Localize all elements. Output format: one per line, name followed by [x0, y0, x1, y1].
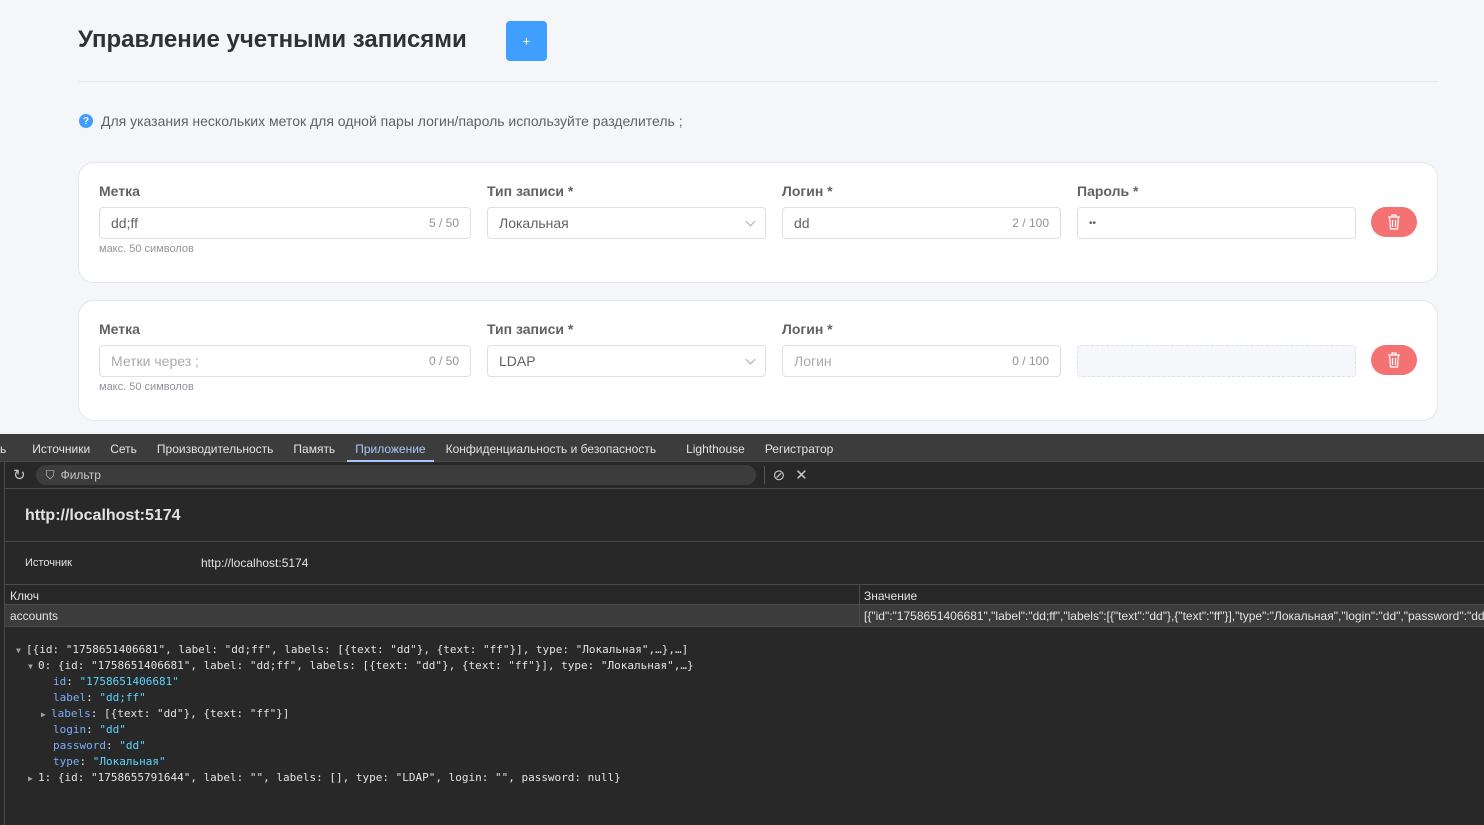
filter-input[interactable]: ⛉ Фильтр — [35, 465, 756, 485]
tag-value: dd;ff — [111, 215, 138, 231]
tab-console[interactable]: ь — [0, 434, 22, 462]
devtools-panel: ь Источники Сеть Производительность Памя… — [0, 434, 1484, 825]
devtools-tabs: ь Источники Сеть Производительность Памя… — [0, 434, 1484, 462]
row-value: [{"id":"1758651406681","label":"dd;ff","… — [864, 609, 1484, 623]
add-account-button[interactable]: + — [506, 21, 547, 61]
type-select[interactable]: Локальная — [487, 207, 766, 239]
expand-arrow-icon: ▶ — [28, 774, 33, 783]
tree-prop-id: id: "1758651406681" — [53, 675, 179, 688]
tree-prop-label: label: "dd;ff" — [53, 691, 146, 704]
type-select[interactable]: LDAP — [487, 345, 766, 377]
question-icon: ? — [79, 114, 93, 128]
clear-all-icon[interactable]: ⊘ — [773, 466, 786, 484]
chevron-down-icon — [745, 216, 756, 226]
tab-network[interactable]: Сеть — [100, 434, 147, 462]
info-text: Для указания нескольких меток для одной … — [101, 113, 683, 129]
table-header: Ключ Значение — [5, 584, 1484, 605]
tree-prop-password: password: "dd" — [53, 739, 146, 752]
char-counter: 2 / 100 — [1012, 216, 1049, 230]
filter-icon: ⛉ — [45, 467, 55, 482]
expand-arrow-icon: ▼ — [28, 662, 33, 671]
login-value: dd — [794, 215, 810, 231]
tab-lighthouse[interactable]: Lighthouse — [676, 434, 755, 462]
password-placeholder-disabled — [1077, 345, 1356, 377]
filter-placeholder: Фильтр — [60, 468, 101, 482]
tree-item-1[interactable]: ▶ 1: {id: "1758655791644", label: "", lab… — [16, 770, 694, 786]
login-label: Логин * — [782, 183, 833, 199]
type-label: Тип записи * — [487, 183, 574, 199]
tag-input[interactable]: Метки через ; 0 / 50 — [99, 345, 471, 377]
tab-sources[interactable]: Источники — [22, 434, 100, 462]
tree-root[interactable]: ▼ [{id: "1758651406681", label: "dd;ff", … — [16, 642, 694, 658]
tag-hint: макс. 50 символов — [99, 243, 194, 255]
origin-title: http://localhost:5174 — [25, 507, 181, 524]
tag-placeholder: Метки через ; — [111, 353, 199, 369]
tag-label: Метка — [99, 183, 140, 199]
divider — [78, 81, 1438, 82]
page-title: Управление учетными записями — [78, 26, 467, 53]
tree-prop-type: type: "Локальная" — [53, 755, 166, 768]
key-column-header[interactable]: Ключ — [10, 589, 39, 603]
refresh-icon[interactable]: ↻ — [13, 466, 26, 484]
login-input[interactable]: Логин 0 / 100 — [782, 345, 1061, 377]
source-label: Источник — [25, 557, 72, 569]
type-value: Локальная — [499, 215, 569, 231]
trash-icon — [1388, 352, 1400, 368]
tree-item-0[interactable]: ▼ 0: {id: "1758651406681", label: "dd;ff"… — [16, 658, 694, 674]
tab-performance[interactable]: Производительность — [147, 434, 283, 462]
login-label: Логин * — [782, 321, 833, 337]
sidebar-resizer[interactable] — [4, 462, 5, 825]
type-label: Тип записи * — [487, 321, 574, 337]
source-value: http://localhost:5174 — [201, 556, 309, 570]
tree-prop-login: login: "dd" — [53, 723, 126, 736]
login-placeholder: Логин — [794, 353, 832, 369]
account-card: Метка dd;ff 5 / 50 макс. 50 символов Тип … — [78, 162, 1438, 283]
password-input[interactable]: •• — [1077, 207, 1356, 239]
tab-privacy-security[interactable]: Конфиденциальность и безопасность — [436, 434, 667, 462]
tab-memory[interactable]: Память — [283, 434, 345, 462]
char-counter: 0 / 100 — [1012, 354, 1049, 368]
value-preview-tree: ▼ [{id: "1758651406681", label: "dd;ff", … — [16, 642, 694, 786]
login-input[interactable]: dd 2 / 100 — [782, 207, 1061, 239]
value-column-header[interactable]: Значение — [864, 589, 917, 603]
password-value: •• — [1089, 217, 1097, 229]
info-note: ? Для указания нескольких меток для одно… — [79, 113, 683, 129]
type-value: LDAP — [499, 353, 536, 369]
password-label: Пароль * — [1077, 183, 1139, 199]
account-card: Метка Метки через ; 0 / 50 макс. 50 симво… — [78, 300, 1438, 421]
row-key: accounts — [10, 609, 59, 623]
delete-button[interactable] — [1371, 345, 1417, 375]
table-row[interactable]: accounts [{"id":"1758651406681","label":… — [5, 605, 1484, 627]
expand-arrow-icon: ▶ — [41, 710, 46, 719]
tag-input[interactable]: dd;ff 5 / 50 — [99, 207, 471, 239]
chevron-down-icon — [745, 354, 756, 364]
tree-prop-labels[interactable]: ▶ labels: [{text: "dd"}, {text: "ff"}] — [16, 706, 694, 722]
delete-button[interactable] — [1371, 207, 1417, 237]
storage-toolbar: ↻ ⛉ Фильтр ⊘ ✕ — [5, 462, 1484, 489]
char-counter: 0 / 50 — [428, 354, 459, 368]
char-counter: 5 / 50 — [428, 216, 459, 230]
tag-hint: макс. 50 символов — [99, 381, 194, 393]
tab-application[interactable]: Приложение — [345, 434, 435, 462]
tab-recorder[interactable]: Регистратор — [755, 434, 844, 462]
trash-icon — [1388, 214, 1400, 230]
tag-label: Метка — [99, 321, 140, 337]
delete-selected-icon[interactable]: ✕ — [795, 466, 808, 484]
expand-arrow-icon: ▼ — [16, 646, 21, 655]
